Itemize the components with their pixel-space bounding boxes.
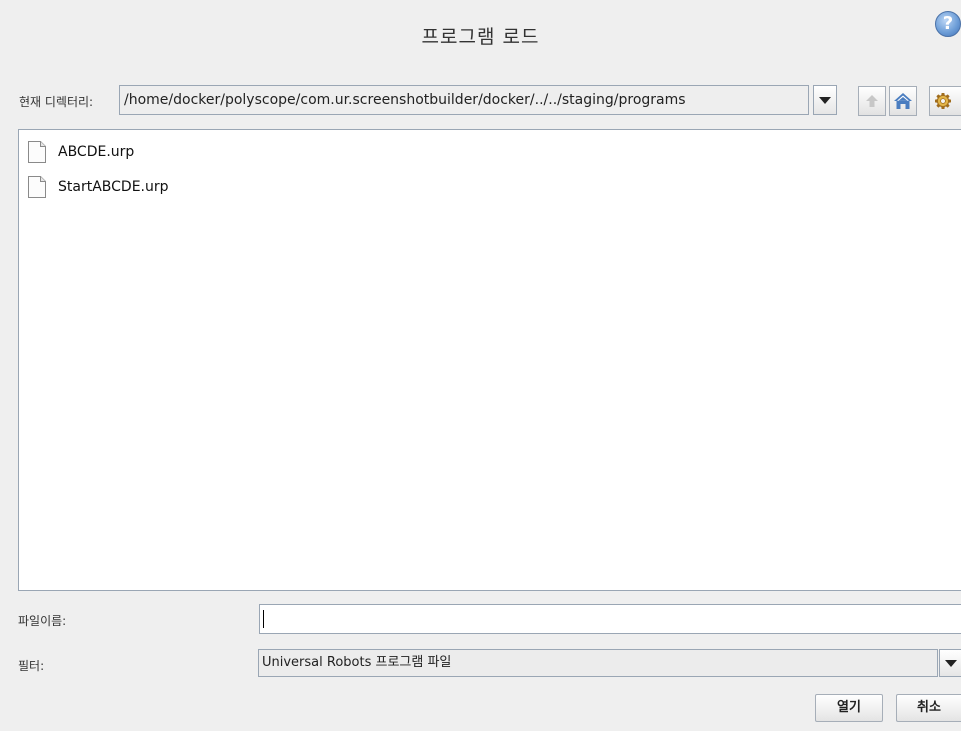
open-button[interactable]: 열기	[815, 694, 883, 722]
gear-icon	[935, 93, 951, 109]
help-icon[interactable]: ?	[935, 11, 961, 37]
file-list-item[interactable]: StartABCDE.urp	[26, 174, 169, 200]
up-arrow-icon	[866, 95, 878, 107]
file-name: ABCDE.urp	[58, 144, 135, 160]
up-directory-button[interactable]	[858, 86, 886, 116]
filename-input[interactable]	[259, 604, 961, 634]
current-directory-combobox[interactable]: /home/docker/polyscope/com.ur.screenshot…	[119, 85, 809, 115]
file-icon	[28, 176, 46, 198]
chevron-down-icon	[819, 97, 831, 104]
filter-dropdown-button[interactable]	[939, 649, 961, 677]
filter-combobox[interactable]: Universal Robots 프로그램 파일	[258, 649, 938, 677]
cancel-button[interactable]: 취소	[896, 694, 961, 722]
load-program-dialog: 프로그램 로드 ? 현재 디렉터리: /home/docker/polyscop…	[0, 0, 961, 731]
settings-button[interactable]	[929, 86, 961, 116]
file-name: StartABCDE.urp	[58, 179, 169, 195]
chevron-down-icon	[944, 660, 957, 667]
text-caret	[263, 610, 264, 628]
home-directory-button[interactable]	[889, 86, 917, 116]
dialog-title: 프로그램 로드	[421, 26, 540, 48]
file-list[interactable]: ABCDE.urp StartABCDE.urp	[18, 129, 961, 591]
directory-dropdown-button[interactable]	[813, 85, 837, 115]
home-icon	[894, 93, 912, 109]
file-icon	[28, 141, 46, 163]
file-list-item[interactable]: ABCDE.urp	[26, 139, 134, 165]
current-directory-label: 현재 디렉터리:	[19, 95, 94, 109]
filename-label: 파일이름:	[18, 614, 67, 628]
filter-label: 필터:	[18, 659, 45, 673]
